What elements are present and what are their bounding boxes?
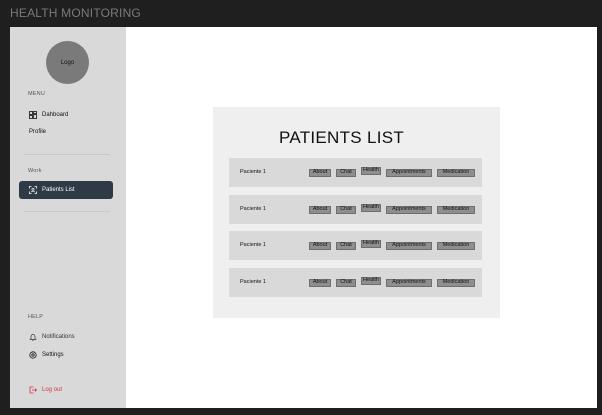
sidebar-item-label: Notifications [42,334,75,340]
medication-button[interactable]: Medication [437,206,475,214]
sidebar: Logo MENU Dahboard Profile Work Patients… [10,27,126,408]
health-button[interactable]: Health [361,240,381,248]
work-section-label: Work [28,168,42,174]
sidebar-item-label: Profile [29,129,47,135]
medication-button[interactable]: Medication [437,279,475,287]
sidebar-item-dashboard[interactable]: Dahboard [19,106,113,124]
sidebar-item-label: Dahboard [42,112,69,118]
dashboard-icon [29,111,37,119]
chat-button[interactable]: Chat [336,169,356,177]
about-button[interactable]: About [309,242,331,250]
chat-button[interactable]: Chat [336,206,356,214]
gear-icon [29,351,37,359]
health-button[interactable]: Health [361,204,381,212]
about-button[interactable]: About [309,169,331,177]
chat-button[interactable]: Chat [336,279,356,287]
patients-panel: PATIENTS LIST Paciente 1 About Chat Heal… [213,107,500,318]
sidebar-item-profile[interactable]: Profile [19,123,113,141]
sidebar-item-patients-list[interactable]: Patients List [19,181,113,199]
patient-name: Paciente 1 [240,169,266,175]
appointments-button[interactable]: Appointments [386,169,432,177]
app-title: HEALTH MONITORING [10,6,141,20]
bell-icon [29,333,37,341]
health-button[interactable]: Health [361,167,381,175]
patient-row[interactable]: Paciente 1 About Chat Health Appointment… [229,231,482,260]
logo[interactable]: Logo [46,41,89,84]
menu-section-label: MENU [28,91,45,97]
health-button[interactable]: Health [361,277,381,285]
chat-button[interactable]: Chat [336,242,356,250]
divider [24,211,110,212]
patients-icon [29,186,37,194]
about-button[interactable]: About [309,206,331,214]
patient-row[interactable]: Paciente 1 About Chat Health Appointment… [229,268,482,297]
patient-name: Paciente 1 [240,206,266,212]
medication-button[interactable]: Medication [437,169,475,177]
patient-name: Paciente 1 [240,279,266,285]
page-title: PATIENTS LIST [278,128,405,147]
sidebar-item-label: Settings [42,352,64,358]
help-section-label: HELP [28,314,44,320]
logout-label: Log out [42,387,63,393]
sidebar-item-label: Patients List [42,187,75,193]
logo-label: Logo [60,59,75,66]
logout-icon [29,386,37,394]
patient-row[interactable]: Paciente 1 About Chat Health Appointment… [229,158,482,187]
patient-row[interactable]: Paciente 1 About Chat Health Appointment… [229,195,482,224]
appointments-button[interactable]: Appointments [386,242,432,250]
logout-button[interactable]: Log out [19,381,113,399]
appointments-button[interactable]: Appointments [386,206,432,214]
sidebar-item-settings[interactable]: Settings [19,346,113,364]
medication-button[interactable]: Medication [437,242,475,250]
patient-name: Paciente 1 [240,242,266,248]
divider [24,154,110,155]
about-button[interactable]: About [309,279,331,287]
app-frame: Logo MENU Dahboard Profile Work Patients… [10,27,597,408]
appointments-button[interactable]: Appointments [386,279,432,287]
sidebar-item-notifications[interactable]: Notifications [19,328,113,346]
